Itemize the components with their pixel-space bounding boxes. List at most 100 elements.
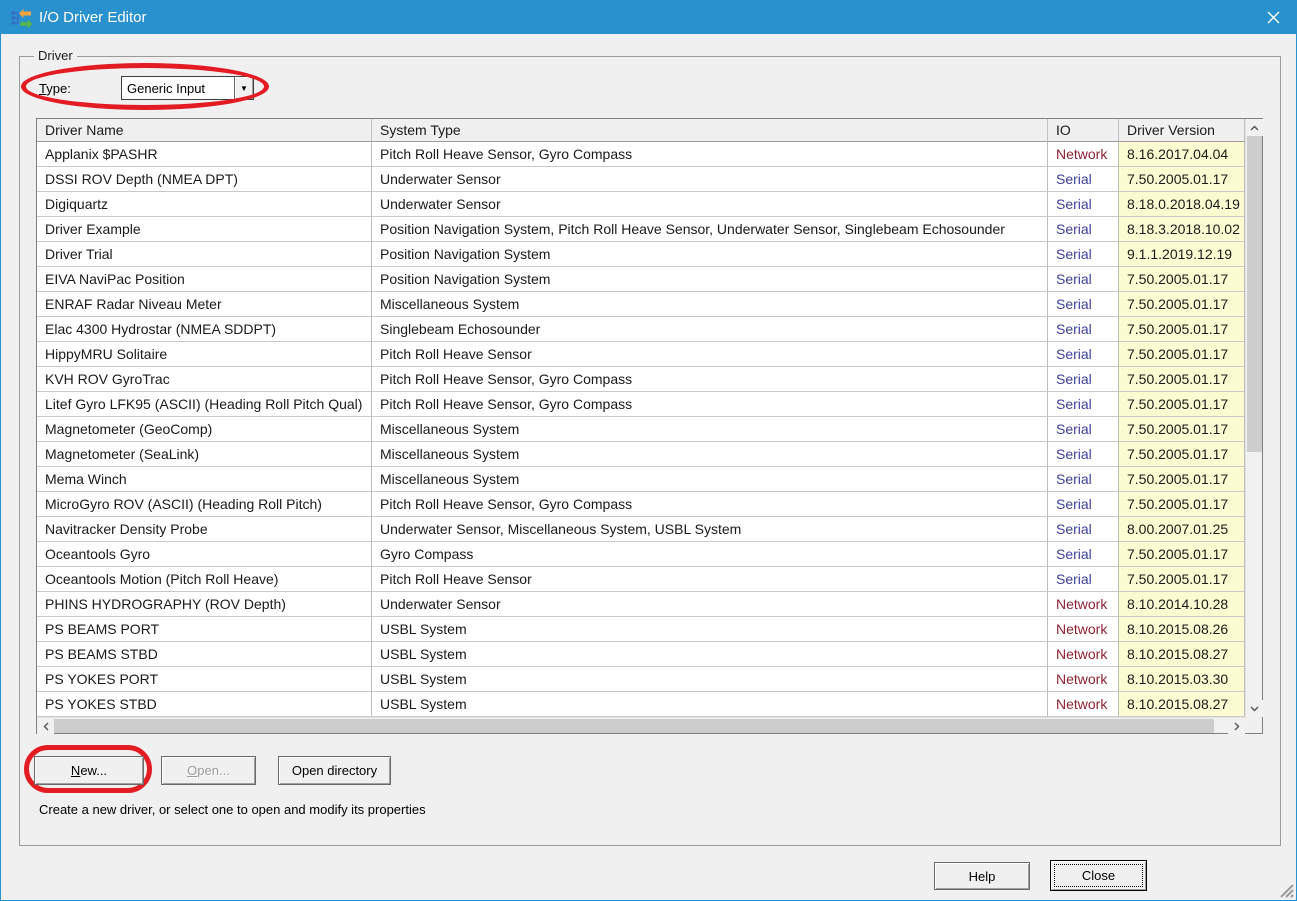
table-row[interactable]: PHINS HYDROGRAPHY (ROV Depth)Underwater … [37,592,1245,617]
scroll-left-icon[interactable] [37,718,54,734]
system-type-cell: Position Navigation System [372,242,1048,267]
system-type-cell: Position Navigation System, Pitch Roll H… [372,217,1048,242]
driver-version-cell: 7.50.2005.01.17 [1119,267,1245,292]
table-row[interactable]: Magnetometer (SeaLink)Miscellaneous Syst… [37,442,1245,467]
table-row[interactable]: MicroGyro ROV (ASCII) (Heading Roll Pitc… [37,492,1245,517]
scroll-right-icon[interactable] [1228,718,1245,734]
driver-name-cell: Mema Winch [37,467,372,492]
driver-name-cell: KVH ROV GyroTrac [37,367,372,392]
vertical-scroll-thumb[interactable] [1247,136,1262,452]
driver-version-cell: 8.18.0.2018.04.19 [1119,192,1245,217]
open-button-label: pen... [197,763,230,778]
table-row[interactable]: Navitracker Density ProbeUnderwater Sens… [37,517,1245,542]
driver-version-cell: 7.50.2005.01.17 [1119,167,1245,192]
help-button[interactable]: Help [934,862,1030,890]
scroll-down-icon[interactable] [1246,700,1263,717]
scroll-up-icon[interactable] [1246,119,1263,136]
system-type-cell: Pitch Roll Heave Sensor [372,342,1048,367]
io-cell: Network [1048,617,1119,642]
column-header-io[interactable]: IO [1048,119,1119,142]
system-type-cell: Pitch Roll Heave Sensor, Gyro Compass [372,367,1048,392]
table-row[interactable]: Litef Gyro LFK95 (ASCII) (Heading Roll P… [37,392,1245,417]
new-button-label: ew... [80,763,107,778]
driver-version-cell: 7.50.2005.01.17 [1119,467,1245,492]
system-type-cell: Underwater Sensor, Miscellaneous System,… [372,517,1048,542]
window-title: I/O Driver Editor [39,9,147,26]
table-row[interactable]: Applanix $PASHRPitch Roll Heave Sensor, … [37,142,1245,167]
io-cell: Serial [1048,417,1119,442]
titlebar: I/O Driver Editor [1,1,1296,34]
driver-name-cell: DSSI ROV Depth (NMEA DPT) [37,167,372,192]
driver-version-cell: 7.50.2005.01.17 [1119,317,1245,342]
system-type-cell: Miscellaneous System [372,417,1048,442]
driver-version-cell: 9.1.1.2019.12.19 [1119,242,1245,267]
column-header-system-type[interactable]: System Type [372,119,1048,142]
io-cell: Serial [1048,192,1119,217]
column-header-driver-name[interactable]: Driver Name [37,119,372,142]
driver-version-cell: 8.00.2007.01.25 [1119,517,1245,542]
io-cell: Serial [1048,242,1119,267]
open-button: Open... [161,756,256,785]
driver-version-cell: 7.50.2005.01.17 [1119,442,1245,467]
horizontal-scrollbar[interactable] [37,717,1245,733]
io-cell: Serial [1048,342,1119,367]
io-cell: Network [1048,592,1119,617]
table-row[interactable]: Oceantools Motion (Pitch Roll Heave)Pitc… [37,567,1245,592]
table-row[interactable]: EIVA NaviPac PositionPosition Navigation… [37,267,1245,292]
table-row[interactable]: HippyMRU SolitairePitch Roll Heave Senso… [37,342,1245,367]
open-directory-button[interactable]: Open directory [278,756,391,785]
close-button[interactable]: Close [1050,860,1147,891]
table-row[interactable]: Magnetometer (GeoComp)Miscellaneous Syst… [37,417,1245,442]
driver-name-cell: ENRAF Radar Niveau Meter [37,292,372,317]
new-button[interactable]: New... [34,756,144,785]
table-row[interactable]: Mema WinchMiscellaneous SystemSerial7.50… [37,467,1245,492]
table-row[interactable]: DSSI ROV Depth (NMEA DPT)Underwater Sens… [37,167,1245,192]
horizontal-scroll-thumb[interactable] [54,719,1214,733]
type-select[interactable]: Generic Input ▼ [121,76,254,100]
driver-version-cell: 7.50.2005.01.17 [1119,417,1245,442]
table-row[interactable]: PS YOKES PORTUSBL SystemNetwork8.10.2015… [37,667,1245,692]
open-button-mnemonic: O [187,763,197,778]
groupbox-label: Driver [34,48,77,63]
system-type-cell: Miscellaneous System [372,292,1048,317]
system-type-cell: Gyro Compass [372,542,1048,567]
driver-name-cell: Driver Trial [37,242,372,267]
table-row[interactable]: PS YOKES STBDUSBL SystemNetwork8.10.2015… [37,692,1245,717]
table-row[interactable]: Driver ExamplePosition Navigation System… [37,217,1245,242]
table-row[interactable]: Oceantools GyroGyro CompassSerial7.50.20… [37,542,1245,567]
io-cell: Serial [1048,267,1119,292]
driver-version-cell: 7.50.2005.01.17 [1119,392,1245,417]
table-row[interactable]: Elac 4300 Hydrostar (NMEA SDDPT)Singlebe… [37,317,1245,342]
chevron-down-icon[interactable]: ▼ [234,77,253,99]
driver-table-header: Driver Name System Type IO Driver Versio… [37,119,1245,142]
table-row[interactable]: ENRAF Radar Niveau MeterMiscellaneous Sy… [37,292,1245,317]
io-cell: Serial [1048,517,1119,542]
table-row[interactable]: PS BEAMS STBDUSBL SystemNetwork8.10.2015… [37,642,1245,667]
driver-name-cell: PHINS HYDROGRAPHY (ROV Depth) [37,592,372,617]
io-cell: Serial [1048,317,1119,342]
table-row[interactable]: PS BEAMS PORTUSBL SystemNetwork8.10.2015… [37,617,1245,642]
driver-name-cell: PS BEAMS STBD [37,642,372,667]
table-row[interactable]: DigiquartzUnderwater SensorSerial8.18.0.… [37,192,1245,217]
driver-version-cell: 8.16.2017.04.04 [1119,142,1245,167]
driver-name-cell: PS YOKES PORT [37,667,372,692]
system-type-cell: Underwater Sensor [372,192,1048,217]
resize-grip[interactable] [1274,878,1294,898]
column-header-driver-version[interactable]: Driver Version [1119,119,1245,142]
io-cell: Network [1048,642,1119,667]
io-cell: Serial [1048,367,1119,392]
table-row[interactable]: KVH ROV GyroTracPitch Roll Heave Sensor,… [37,367,1245,392]
scrollbar-corner [1245,717,1262,733]
system-type-cell: Pitch Roll Heave Sensor [372,567,1048,592]
io-cell: Serial [1048,292,1119,317]
driver-name-cell: EIVA NaviPac Position [37,267,372,292]
io-cell: Serial [1048,442,1119,467]
type-label-rest: ype: [46,81,71,96]
io-cell: Network [1048,692,1119,717]
driver-version-cell: 8.10.2014.10.28 [1119,592,1245,617]
vertical-scrollbar[interactable] [1245,119,1262,717]
table-row[interactable]: Driver TrialPosition Navigation SystemSe… [37,242,1245,267]
system-type-cell: USBL System [372,692,1048,717]
close-window-button[interactable] [1250,1,1296,34]
driver-version-cell: 8.18.3.2018.10.02 [1119,217,1245,242]
